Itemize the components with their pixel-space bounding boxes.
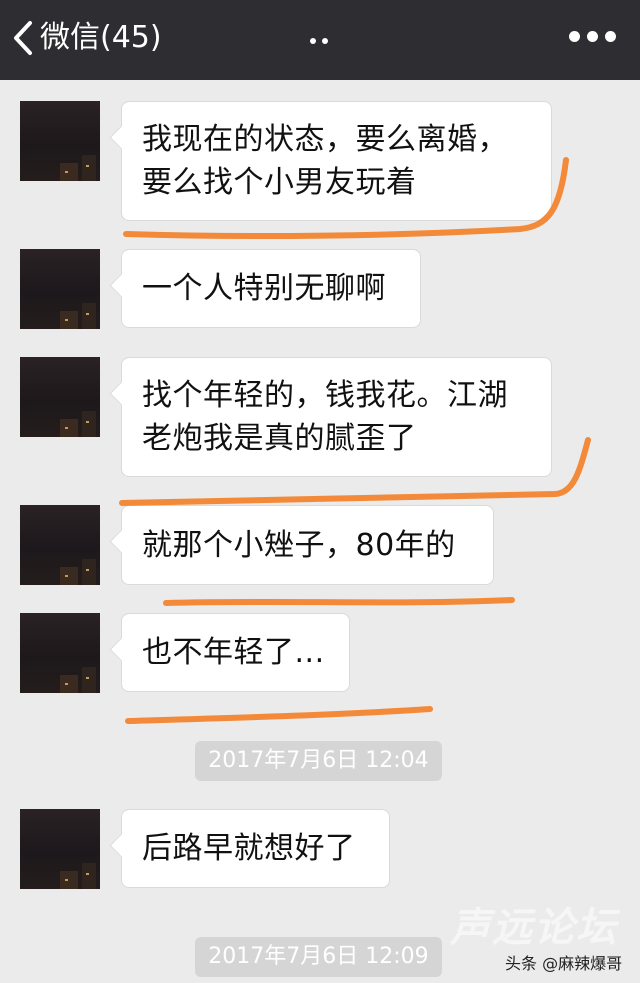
hidden-title-indicator [310,38,328,44]
timestamp: 2017年7月6日 12:09 [195,937,442,977]
avatar[interactable] [20,357,100,437]
message-text: 我现在的状态，要么离婚， 要么找个小男友玩着 [142,122,508,200]
avatar[interactable] [20,101,100,181]
chat-header: 微信(45) [0,0,640,80]
back-label: 微信(45) [40,20,162,55]
message-text: 一个人特别无聊啊 [142,271,386,306]
underline-5 [125,706,433,724]
message-bubble[interactable]: 我现在的状态，要么离婚， 要么找个小男友玩着 [121,101,552,221]
message-bubble[interactable]: 一个人特别无聊啊 [121,249,421,328]
message-text: 后路早就想好了 [142,831,356,866]
more-dots-icon[interactable] [569,31,616,42]
forum-watermark: 声远论坛 [450,905,618,951]
avatar[interactable] [20,613,100,693]
source-watermark: 头条 @麻辣爆哥 [505,954,623,973]
message-bubble[interactable]: 找个年轻的，钱我花。江湖 老炮我是真的腻歪了 [121,357,552,477]
message-text: 也不年轻了... [142,635,325,670]
message-bubble[interactable]: 也不年轻了... [121,613,350,692]
underline-4 [163,597,515,606]
back-button[interactable]: 微信(45) [12,15,162,61]
chevron-left-icon [14,21,32,55]
avatar[interactable] [20,249,100,329]
message-text: 就那个小矬子，80年的 [142,527,456,563]
message-bubble[interactable]: 后路早就想好了 [121,809,390,888]
avatar[interactable] [20,505,100,585]
message-text: 找个年轻的，钱我花。江湖 老炮我是真的腻歪了 [142,378,508,456]
message-bubble[interactable]: 就那个小矬子，80年的 [121,505,494,585]
timestamp: 2017年7月6日 12:04 [195,741,442,781]
avatar[interactable] [20,809,100,889]
